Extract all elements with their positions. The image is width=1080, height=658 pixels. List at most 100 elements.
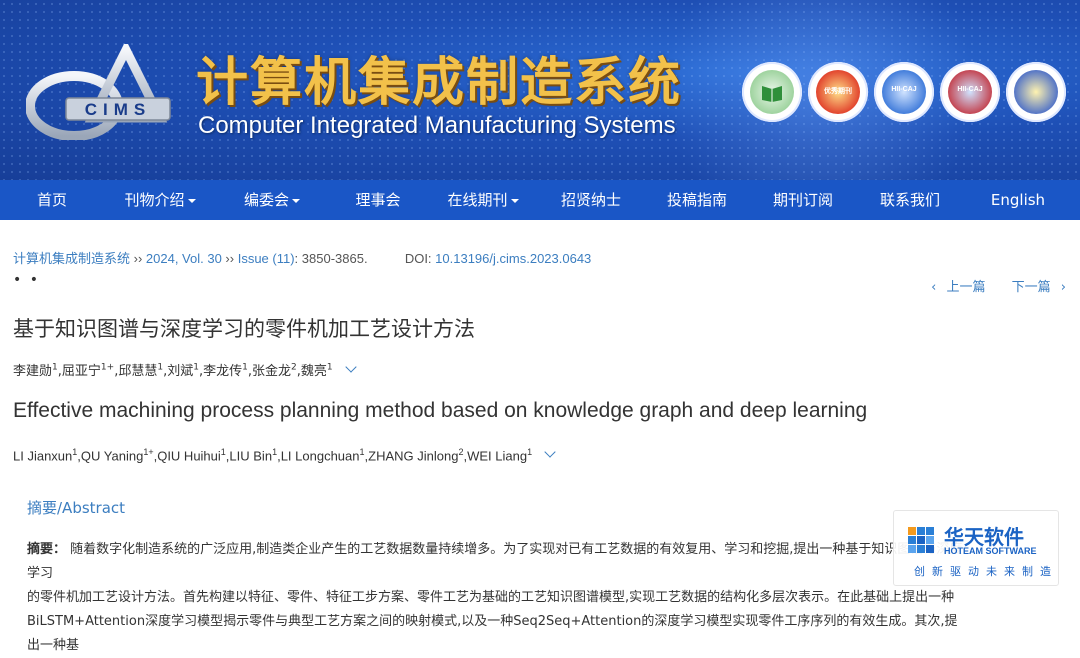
caret-down-icon (510, 198, 519, 203)
caret-down-icon (187, 198, 196, 203)
excellent-journal-badge-icon: 优秀期刊 (808, 62, 868, 122)
nav-label: 刊物介绍 (124, 191, 185, 209)
main-nav: 首页 刊物介绍 编委会 理事会 在线期刊 招贤纳士 投稿指南 期刊订阅 联系我们… (0, 180, 1080, 220)
cims-logo-icon[interactable]: CIMS (26, 44, 176, 140)
nav-home[interactable]: 首页 (0, 180, 104, 220)
author-name[interactable]: WEI Liang (467, 448, 527, 463)
journal-title-en: Computer Integrated Manufacturing System… (198, 112, 676, 139)
badge-label: HII-CAJ (957, 86, 983, 93)
author-name[interactable]: 张金龙 (252, 364, 291, 379)
abstract-line: 摘要： 随着数字化制造系统的广泛应用,制造类企业产生的工艺数据数量持续增多。为了… (27, 538, 967, 586)
expand-chevron-icon[interactable] (344, 361, 357, 373)
crumb-separator: ›› (130, 251, 146, 266)
author-name[interactable]: 魏亮 (301, 364, 327, 379)
hoteam-cube-icon (908, 527, 934, 553)
author-name[interactable]: 李建勋 (13, 364, 52, 379)
decorative-dots: • • (13, 272, 40, 288)
author-name[interactable]: LI Jianxun (13, 448, 72, 463)
affiliation-mark: 1 (272, 447, 278, 457)
author-name[interactable]: LIU Bin (229, 448, 272, 463)
affiliation-mark: 1 (157, 362, 164, 373)
chevron-right-icon: › (1060, 280, 1066, 295)
hoteam-watermark: 华天软件 HOTEAM SOFTWARE 创新驱动未来制造 (893, 510, 1059, 586)
nav-label: 编委会 (243, 191, 289, 209)
abstract-heading[interactable]: 摘要/Abstract (27, 497, 125, 518)
brand-name-en: HOTEAM SOFTWARE (944, 546, 1037, 556)
year-volume-link[interactable]: 2024, Vol. 30 (146, 251, 222, 266)
abstract-line: 的零件机加工艺设计方法。首先构建以特征、零件、特征工步方案、零件工艺为基础的工艺… (27, 590, 955, 605)
authors-en: LI Jianxun1,QU Yaning1+,QIU Huihui1,LIU … (13, 446, 556, 463)
affiliation-mark: 1+ (100, 362, 115, 373)
nav-label: 期刊订阅 (772, 191, 833, 209)
next-label: 下一篇 (1011, 280, 1051, 295)
doi-label: DOI: (404, 251, 432, 266)
doi-link[interactable]: 10.13196/j.cims.2023.0643 (435, 251, 591, 266)
affiliation-mark: 1+ (143, 447, 154, 457)
hii-caj-badge-icon: HII-CAJ (874, 62, 934, 122)
nav-label: 首页 (36, 191, 67, 209)
core-journal-badge-icon (742, 62, 802, 122)
expand-chevron-icon[interactable] (544, 446, 556, 458)
caret-down-icon (292, 198, 300, 203)
abstract-text: 随着数字化制造系统的广泛应用,制造类企业产生的工艺数据数量持续增多。为了实现对已… (27, 542, 963, 581)
affiliation-mark: 2 (458, 447, 464, 457)
nav-label: 招贤纳士 (560, 191, 621, 209)
award-badge-icon (1006, 62, 1066, 122)
header-banner: CIMS 计算机集成制造系统 Computer Integrated Manuf… (0, 0, 1080, 180)
author-name[interactable]: 刘斌 (167, 364, 193, 379)
abstract-body: 摘要： 随着数字化制造系统的广泛应用,制造类企业产生的工艺数据数量持续增多。为了… (27, 538, 967, 658)
journal-link[interactable]: 计算机集成制造系统 (13, 251, 130, 266)
affiliation-mark: 1 (220, 447, 226, 457)
nav-label: 理事会 (355, 191, 401, 209)
nav-label: 联系我们 (879, 191, 940, 209)
abstract-label: 摘要： (27, 542, 67, 557)
page-range: : 3850-3865. (294, 251, 368, 266)
nav-subscription[interactable]: 期刊订阅 (750, 180, 856, 220)
nav-label: English (990, 191, 1046, 209)
nav-english[interactable]: English (964, 180, 1072, 220)
hii-caj-badge-icon: HII-CAJ (940, 62, 1000, 122)
author-name[interactable]: ZHANG Jinlong (368, 448, 458, 463)
chevron-left-icon: ‹ (931, 280, 937, 295)
affiliation-mark: 1 (326, 362, 333, 373)
authors-cn: 李建勋1,屈亚宁1+,邱慧慧1,刘斌1,李龙传1,张金龙2,魏亮1 (13, 360, 357, 379)
prev-article-link[interactable]: ‹ 上一篇 (925, 280, 985, 295)
author-name[interactable]: 李龙传 (203, 364, 242, 379)
abstract-line: BiLSTM+Attention深度学习模型揭示零件与典型工艺方案之间的映射模式… (27, 614, 958, 653)
journal-title-cn: 计算机集成制造系统 (196, 53, 683, 113)
crumb-separator: ›› (221, 251, 238, 266)
nav-submission-guide[interactable]: 投稿指南 (644, 180, 750, 220)
badge-label: HII-CAJ (891, 86, 917, 93)
author-name[interactable]: QU Yaning (81, 448, 143, 463)
nav-label: 投稿指南 (666, 191, 727, 209)
svg-text:CIMS: CIMS (85, 100, 152, 119)
article-title-cn: 基于知识图谱与深度学习的零件机加工艺设计方法 (13, 317, 475, 341)
brand-slogan: 创新驱动未来制造 (914, 565, 1058, 578)
prev-label: 上一篇 (946, 280, 986, 295)
award-badges: 优秀期刊 HII-CAJ HII-CAJ (742, 62, 1066, 122)
next-article-link[interactable]: 下一篇 › (1006, 280, 1066, 295)
nav-about[interactable]: 刊物介绍 (104, 180, 216, 220)
badge-label: 优秀期刊 (824, 88, 852, 95)
citation-breadcrumb: 计算机集成制造系统 ›› 2024, Vol. 30 ›› Issue (11)… (13, 248, 591, 267)
article-title-en: Effective machining process planning met… (13, 399, 868, 422)
issue-link[interactable]: Issue (11) (238, 251, 295, 266)
author-name[interactable]: 邱慧慧 (118, 364, 157, 379)
affiliation-mark: 1 (52, 362, 58, 373)
nav-online-journal[interactable]: 在线期刊 (428, 180, 538, 220)
author-name[interactable]: LI Longchuan (281, 448, 360, 463)
nav-contact[interactable]: 联系我们 (856, 180, 964, 220)
nav-editorial-board[interactable]: 编委会 (216, 180, 328, 220)
affiliation-mark: 1 (193, 362, 199, 373)
author-name[interactable]: 屈亚宁 (62, 364, 101, 379)
author-name[interactable]: QIU Huihui (157, 448, 221, 463)
nav-label: 在线期刊 (447, 191, 508, 209)
affiliation-mark: 2 (291, 362, 297, 373)
affiliation-mark: 1 (359, 447, 365, 457)
article-pager: ‹ 上一篇 下一篇 › (919, 276, 1066, 295)
affiliation-mark: 1 (242, 362, 248, 373)
affiliation-mark: 1 (527, 447, 533, 457)
affiliation-mark: 1 (72, 447, 78, 457)
nav-council[interactable]: 理事会 (328, 180, 428, 220)
nav-recruitment[interactable]: 招贤纳士 (538, 180, 644, 220)
